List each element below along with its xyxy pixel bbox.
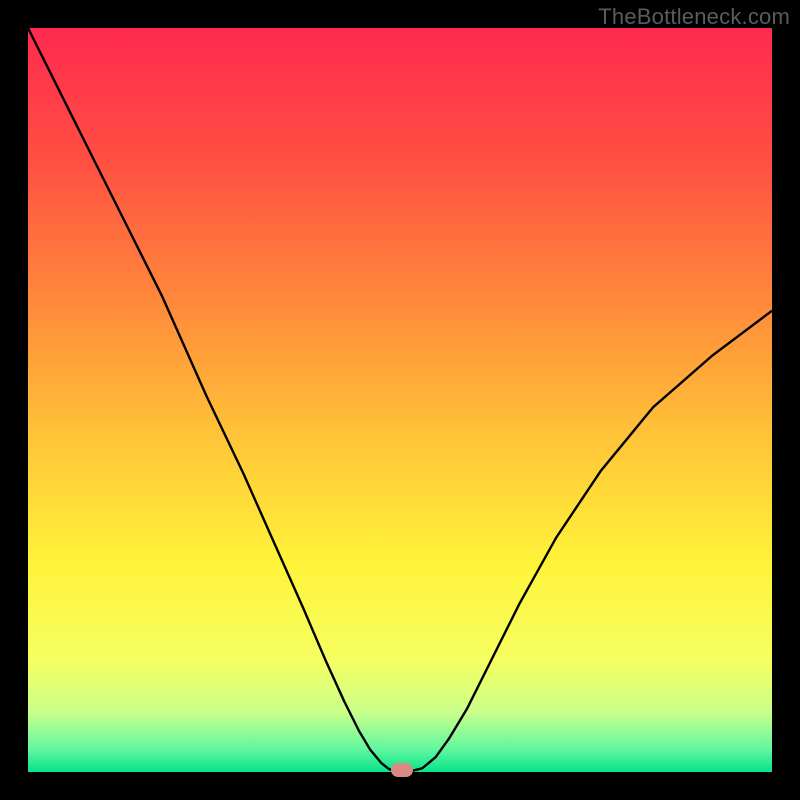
minimum-marker [391, 763, 413, 777]
watermark-text: TheBottleneck.com [598, 4, 790, 30]
plot-area [28, 28, 772, 772]
chart-svg [28, 28, 772, 772]
chart-frame: TheBottleneck.com [0, 0, 800, 800]
